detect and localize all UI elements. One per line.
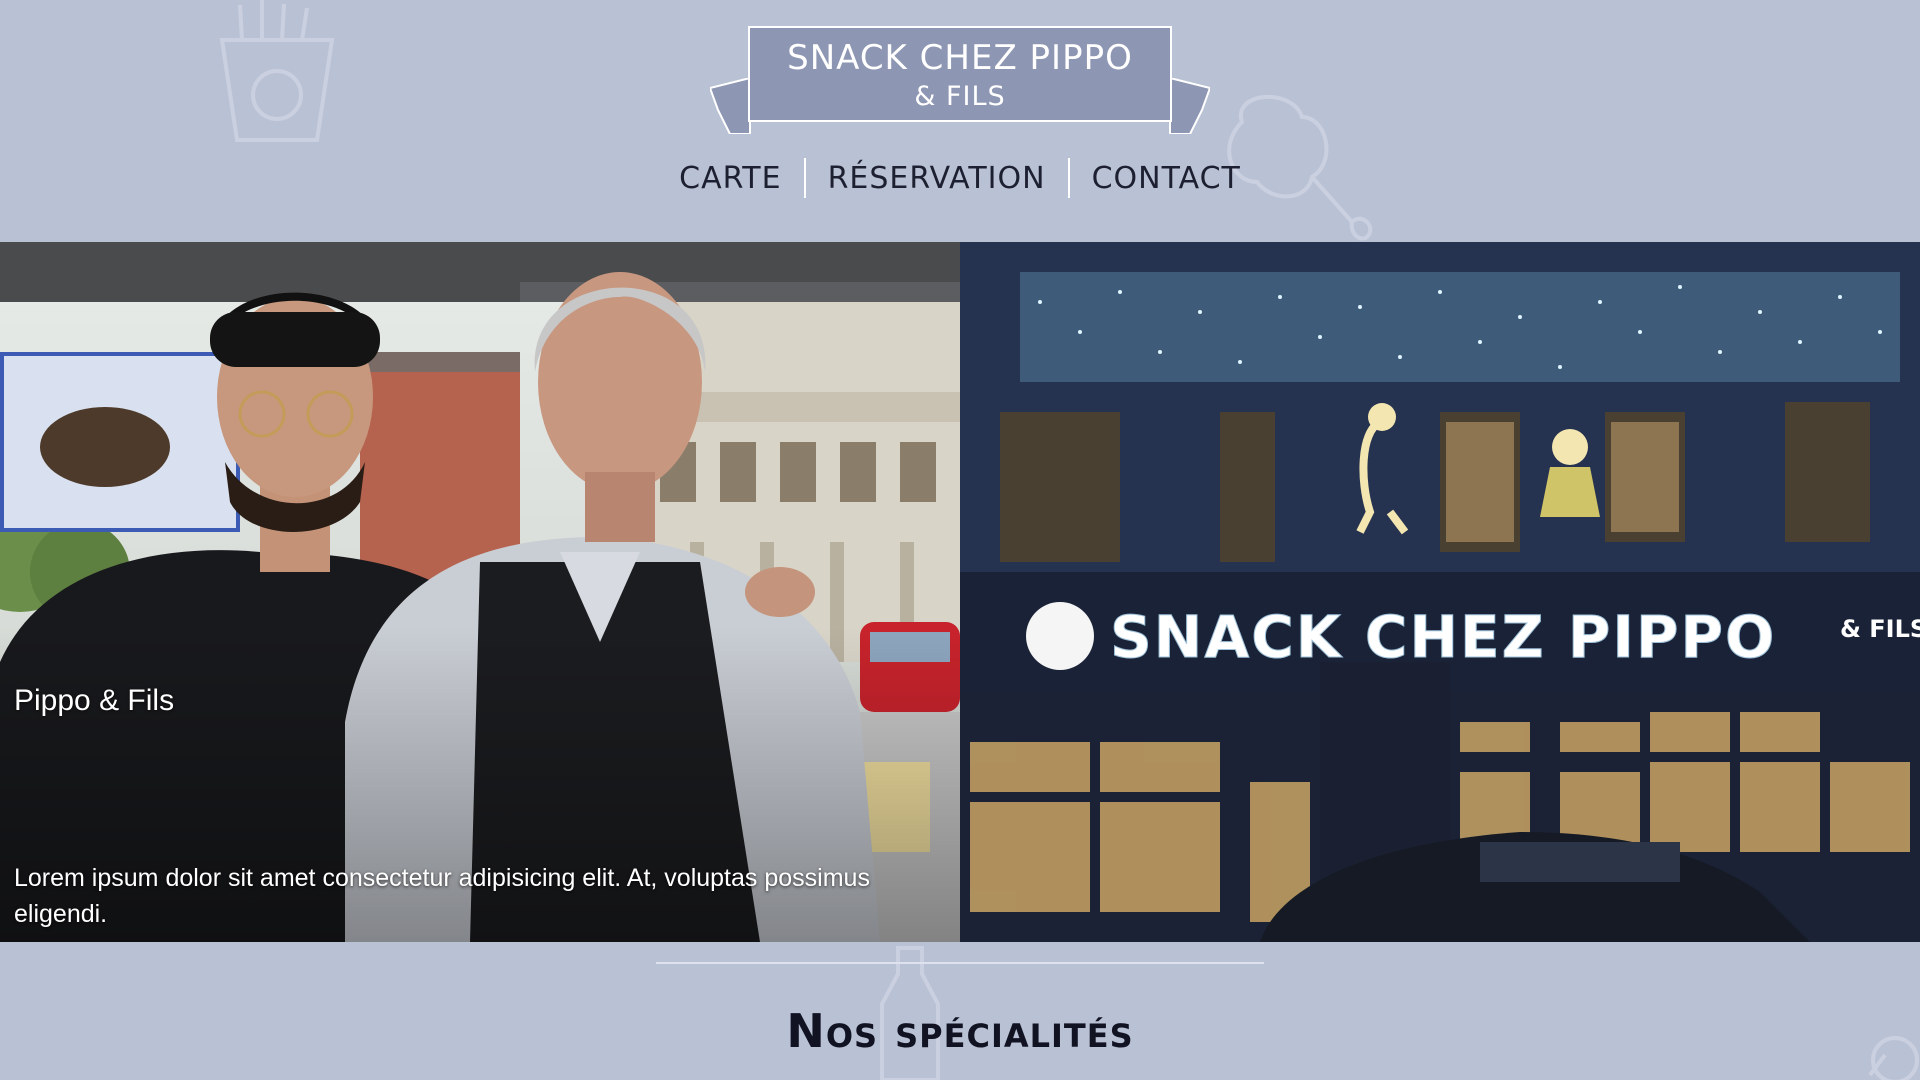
fries-doodle-icon — [212, 0, 342, 145]
section-divider — [656, 962, 1264, 964]
hero-section: Pippo & Fils Lorem ipsum dolor sit amet … — [0, 242, 1920, 942]
logo-title: SNACK CHEZ PIPPO — [787, 38, 1133, 78]
hero-photo-owners: Pippo & Fils Lorem ipsum dolor sit amet … — [0, 242, 960, 942]
nav-contact[interactable]: CONTACT — [1070, 161, 1263, 196]
logo-subtitle: & FILS — [914, 81, 1006, 112]
specialties-title: Nos spécialités — [786, 1004, 1134, 1058]
hero-photo-storefront: SNACK CHEZ PIPPO & FILS — [960, 242, 1920, 942]
hero-caption-text: Lorem ipsum dolor sit amet consectetur a… — [14, 864, 870, 928]
site-logo[interactable]: SNACK CHEZ PIPPO & FILS — [710, 26, 1210, 136]
nav-carte[interactable]: CARTE — [657, 161, 803, 196]
hero-caption-title: Pippo & Fils — [14, 684, 175, 717]
nav-reservation[interactable]: RÉSERVATION — [806, 161, 1068, 196]
main-nav: CARTE RÉSERVATION CONTACT — [0, 158, 1920, 198]
logo-banner: SNACK CHEZ PIPPO & FILS — [748, 26, 1172, 122]
storefront-sign-text: SNACK CHEZ PIPPO — [1110, 603, 1776, 671]
storefront-sign-suffix: & FILS — [1840, 615, 1920, 643]
storefront-photo: SNACK CHEZ PIPPO & FILS — [960, 242, 1920, 942]
owners-photo — [0, 242, 960, 942]
